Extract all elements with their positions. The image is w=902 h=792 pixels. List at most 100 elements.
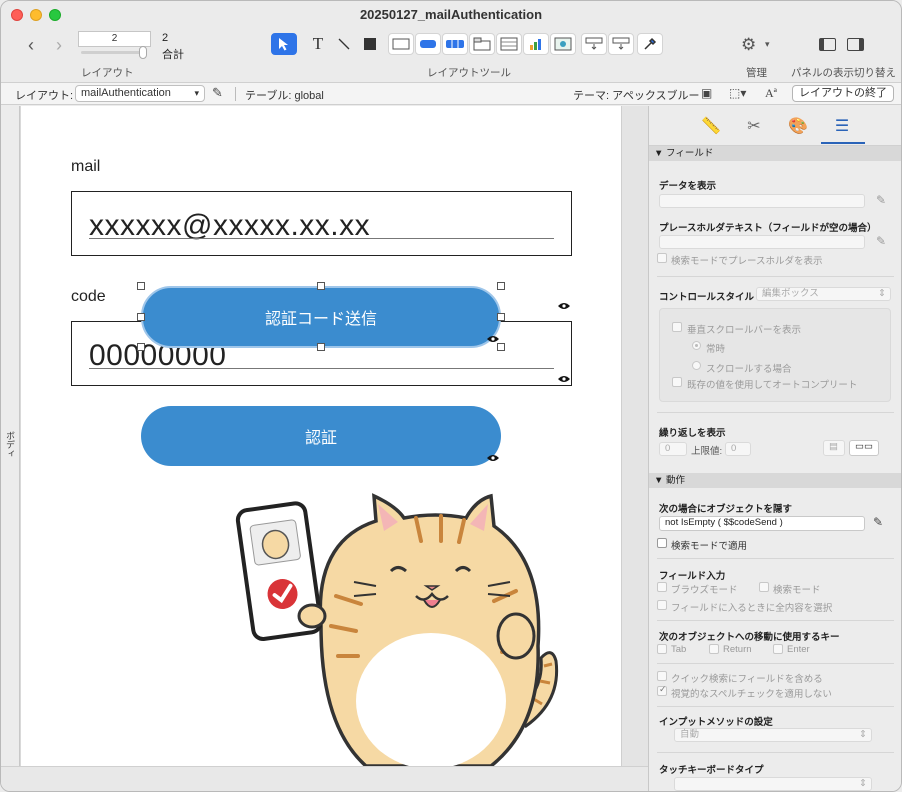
button-tool-button[interactable] xyxy=(415,33,441,55)
selection-handle[interactable] xyxy=(497,282,505,290)
selection-handle[interactable] xyxy=(497,313,505,321)
selection-handle[interactable] xyxy=(137,282,145,290)
toggle-left-panel-button[interactable] xyxy=(819,38,836,51)
pencil-icon[interactable]: ✎ xyxy=(212,85,223,101)
layout-select[interactable]: mailAuthentication ▾ xyxy=(75,85,205,102)
web-viewer-tool-button[interactable] xyxy=(550,33,576,55)
always-radio[interactable] xyxy=(692,341,701,350)
gear-icon[interactable]: ⚙ xyxy=(741,35,756,55)
behavior-section-header[interactable]: ▼ 動作 xyxy=(649,473,901,488)
tools-icon[interactable]: ✂ xyxy=(742,116,766,136)
chevron-down-icon[interactable]: ▾ xyxy=(765,39,770,50)
find-mode-label: 検索モード xyxy=(773,585,821,596)
web-viewer-icon xyxy=(554,37,572,51)
window-title: 20250127_mailAuthentication xyxy=(359,7,543,22)
auth-button[interactable]: 認証 xyxy=(141,406,501,466)
find-mode-checkbox[interactable] xyxy=(759,582,769,592)
when-scrolling-radio[interactable] xyxy=(692,361,701,370)
input-method-select[interactable]: 自動 ⇕ xyxy=(674,728,872,742)
inspector-panel: 📏 ✂ 🎨 ☰ ▼ フィールド データを表示 ✎ プレースホルダテキスト（フィー… xyxy=(648,106,901,791)
panel-toggle-caption: パネルの表示切り替え xyxy=(791,67,896,79)
exit-layout-button[interactable]: レイアウトの終了 xyxy=(792,85,894,102)
shape-tool-button[interactable] xyxy=(357,33,383,55)
quick-find-checkbox[interactable] xyxy=(657,671,667,681)
record-number-input[interactable]: 2 xyxy=(78,31,151,47)
ruler-icon[interactable]: 📏 xyxy=(699,116,723,136)
always-label: 常時 xyxy=(706,344,726,355)
mail-field[interactable]: xxxxxx@xxxxx.xx.xx xyxy=(71,191,572,256)
arrange-icon[interactable]: ▣ xyxy=(701,86,712,100)
field-picker-button[interactable] xyxy=(581,33,607,55)
grid-icon[interactable]: ⬚▾ xyxy=(729,86,746,100)
repeat-max-input[interactable]: 0 xyxy=(725,442,751,456)
selection-handle[interactable] xyxy=(317,282,325,290)
when-scrolling-label: スクロールする場合 xyxy=(706,364,792,375)
chart-tool-button[interactable] xyxy=(523,33,549,55)
repeat-from-input[interactable]: 0 xyxy=(659,442,687,456)
record-slider[interactable] xyxy=(81,51,145,54)
selection-handle[interactable] xyxy=(137,343,145,351)
enter-key-checkbox[interactable] xyxy=(773,644,783,654)
layout-page[interactable]: mail xxxxxx@xxxxx.xx.xx code 00000000 認証… xyxy=(21,106,621,766)
toolbar: 20250127_mailAuthentication ‹ › 2 2 合計 T xyxy=(1,1,901,83)
button-bar-tool-button[interactable] xyxy=(442,33,468,55)
text-tool-button[interactable]: T xyxy=(305,33,331,55)
pencil-icon[interactable]: ✎ xyxy=(876,234,886,248)
display-data-field[interactable] xyxy=(659,194,865,208)
format-painter-button[interactable] xyxy=(637,33,663,55)
chevron-updown-icon: ⇕ xyxy=(859,729,867,740)
font-size-icon[interactable]: Aª xyxy=(765,86,777,101)
inspector-tabs: 📏 ✂ 🎨 ☰ xyxy=(649,106,901,146)
mail-label[interactable]: mail xyxy=(71,158,100,176)
repeat-horizontal-button[interactable]: ▭▭ xyxy=(849,440,879,456)
part-strip: ボディ xyxy=(1,106,20,766)
layout-label: レイアウト: xyxy=(15,90,74,102)
select-all-checkbox[interactable] xyxy=(657,600,667,610)
repeat-vertical-button[interactable]: ▤ xyxy=(823,440,845,456)
cat-with-phone-illustration[interactable] xyxy=(226,486,586,766)
palette-icon[interactable]: 🎨 xyxy=(786,116,810,136)
placeholder-field[interactable] xyxy=(659,235,865,249)
pencil-icon[interactable]: ✎ xyxy=(876,193,886,207)
tab-key-checkbox[interactable] xyxy=(657,644,667,654)
input-method-label: インプットメソッドの設定 xyxy=(659,717,773,728)
apply-find-checkbox[interactable] xyxy=(657,538,667,548)
divider xyxy=(657,412,894,413)
manage-caption: 管理 xyxy=(746,67,767,79)
return-key-checkbox[interactable] xyxy=(709,644,719,654)
pencil-icon[interactable]: ✎ xyxy=(873,515,883,529)
field-tool-button[interactable] xyxy=(388,33,414,55)
toggle-right-panel-button[interactable] xyxy=(847,38,864,51)
portal-tool-button[interactable] xyxy=(496,33,522,55)
vertical-scrollbar-checkbox[interactable] xyxy=(672,322,682,332)
line-tool-button[interactable] xyxy=(331,33,357,55)
next-record-button[interactable]: › xyxy=(51,35,67,56)
field-icon xyxy=(392,38,410,50)
selection-handle[interactable] xyxy=(317,343,325,351)
hide-calculation-field[interactable]: not IsEmpty ( $$codeSend ) xyxy=(659,516,865,531)
eye-icon xyxy=(558,303,570,309)
placeholder-find-checkbox[interactable] xyxy=(657,253,667,263)
selection-handle[interactable] xyxy=(497,343,505,351)
control-style-select[interactable]: 編集ボックス ⇕ xyxy=(756,287,891,301)
selection-handle[interactable] xyxy=(137,313,145,321)
control-style-options: 垂直スクロールバーを表示 常時 スクロールする場合 既存の値を使用してオートコン… xyxy=(659,308,891,402)
no-spellcheck-checkbox[interactable] xyxy=(657,684,667,696)
tab-key-label: Tab xyxy=(671,644,687,655)
add-field-button[interactable] xyxy=(608,33,634,55)
send-code-button[interactable]: 認証コード送信 xyxy=(141,286,501,348)
body-part-label: ボディ xyxy=(5,431,15,458)
code-label[interactable]: code xyxy=(71,288,106,306)
record-slider-knob[interactable] xyxy=(139,46,147,59)
touch-keyboard-select[interactable]: ⇕ xyxy=(674,777,872,791)
horizontal-scrollbar[interactable] xyxy=(1,766,648,791)
browse-mode-checkbox[interactable] xyxy=(657,582,667,592)
previous-record-button[interactable]: ‹ xyxy=(23,35,39,56)
field-section-header[interactable]: ▼ フィールド xyxy=(649,146,901,161)
control-style-label: コントロールスタイル xyxy=(659,292,755,303)
pointer-tool-button[interactable] xyxy=(271,33,297,55)
quick-find-label: クイック検索にフィールドを含める xyxy=(671,674,823,685)
tab-control-tool-button[interactable] xyxy=(469,33,495,55)
autocomplete-checkbox[interactable] xyxy=(672,377,682,387)
data-icon[interactable]: ☰ xyxy=(830,116,854,136)
